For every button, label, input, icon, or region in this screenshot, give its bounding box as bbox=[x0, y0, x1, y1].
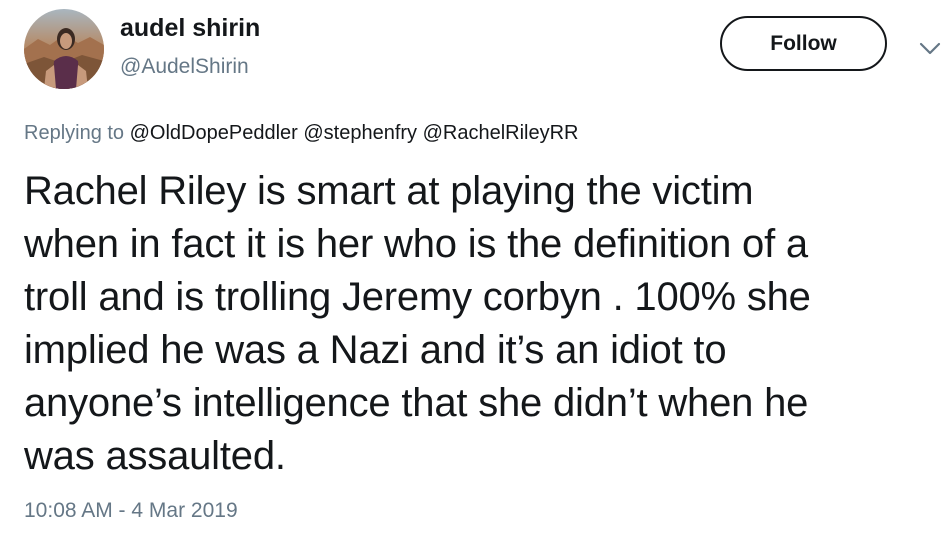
chevron-down-icon[interactable] bbox=[918, 38, 942, 58]
replying-to: Replying to @OldDopePeddler @stephenfry … bbox=[24, 122, 579, 145]
screen-name[interactable]: @AudelShirin bbox=[120, 55, 249, 79]
replying-prefix: Replying to bbox=[24, 122, 125, 144]
tweet-card: audel shirin @AudelShirin Follow Replyin… bbox=[0, 0, 946, 535]
tweet-text: Rachel Riley is smart at playing the vic… bbox=[24, 169, 811, 478]
avatar[interactable] bbox=[24, 9, 104, 89]
timestamp[interactable]: 10:08 AM - 4 Mar 2019 bbox=[24, 499, 238, 523]
follow-button[interactable]: Follow bbox=[720, 16, 887, 71]
display-name[interactable]: audel shirin bbox=[120, 14, 260, 43]
reply-mentions[interactable]: @OldDopePeddler @stephenfry @RachelRiley… bbox=[130, 122, 579, 144]
